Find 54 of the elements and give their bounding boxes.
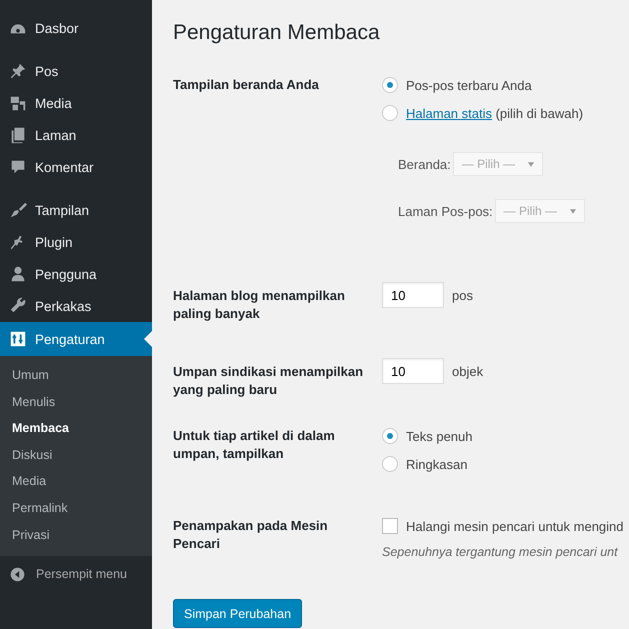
submenu-item[interactable]: Privasi [0,522,152,548]
unit-label: objek [452,364,484,378]
option-label: Teks penuh [406,428,472,444]
setting-label: Penampakan pada Mesin Pencari [173,517,329,553]
radio-button[interactable] [382,105,398,121]
radio-button[interactable] [382,456,398,472]
wrench-icon [9,297,27,315]
sidebar-item[interactable]: Media [0,87,152,119]
pin-icon [9,62,27,80]
collapse-menu-button[interactable]: Persempit menu [0,556,152,592]
option-label: Halaman statis (pilih di bawah) [406,106,584,120]
sidebar-item[interactable]: Pos [0,55,152,87]
description-text: Sepenuhnya tergantung mesin pencari unt [382,545,619,559]
page-title: Pengaturan Membaca [173,21,381,45]
sidebar-item[interactable]: Perkakas [0,290,152,322]
setting-label: Halaman blog menampilkan paling banyak [173,287,346,323]
checkbox[interactable] [382,518,398,534]
submenu-item[interactable]: Diskusi [0,442,152,468]
unit-label: pos [452,288,473,302]
select-label: Laman Pos-pos: [398,204,493,218]
save-button[interactable]: Simpan Perubahan [173,599,302,628]
setting-label: Untuk tiap artikel di dalam umpan, tampilkan [173,427,336,463]
submenu-item[interactable]: Umum [0,362,152,389]
number-input[interactable]: 10 [382,282,444,308]
user-icon [9,265,27,283]
option-label: Ringkasan [406,456,468,472]
option-label: Pos-pos terbaru Anda [406,78,532,92]
brush-icon [9,201,27,219]
submenu-item[interactable]: Permalink [0,494,152,522]
media-icon [9,94,27,112]
pages-icon [9,126,27,144]
sidebar-item[interactable]: Pengaturan [0,322,152,356]
caret-icon [570,208,576,214]
caret-icon [528,162,534,166]
collapse-icon [9,566,26,583]
setting-label: Tampilan beranda Anda [173,76,320,94]
sidebar-item[interactable]: Laman [0,119,152,151]
checkbox-label: Halangi mesin pencari untuk mengind [406,518,624,534]
radio-button[interactable] [382,428,398,444]
number-input[interactable]: 10 [382,358,444,384]
settings-icon [9,330,27,348]
submenu-item[interactable]: Membaca [0,415,152,442]
comment-icon [9,158,27,176]
radio-button[interactable] [382,77,398,93]
sidebar-item[interactable]: Komentar [0,151,152,183]
setting-label: Umpan sindikasi menampilkan yang paling baru [173,363,364,399]
sidebar-item[interactable]: Tampilan [0,194,152,226]
submenu-item[interactable]: Menulis [0,388,152,416]
sidebar-item[interactable]: Dasbor [0,12,152,44]
static-page-link[interactable]: Halaman statis [406,106,492,120]
submenu-item[interactable]: Media [0,468,152,495]
sidebar-item[interactable]: Pengguna [0,258,152,290]
select-label: Beranda: [398,156,451,172]
sidebar-item[interactable]: Plugin [0,226,152,258]
